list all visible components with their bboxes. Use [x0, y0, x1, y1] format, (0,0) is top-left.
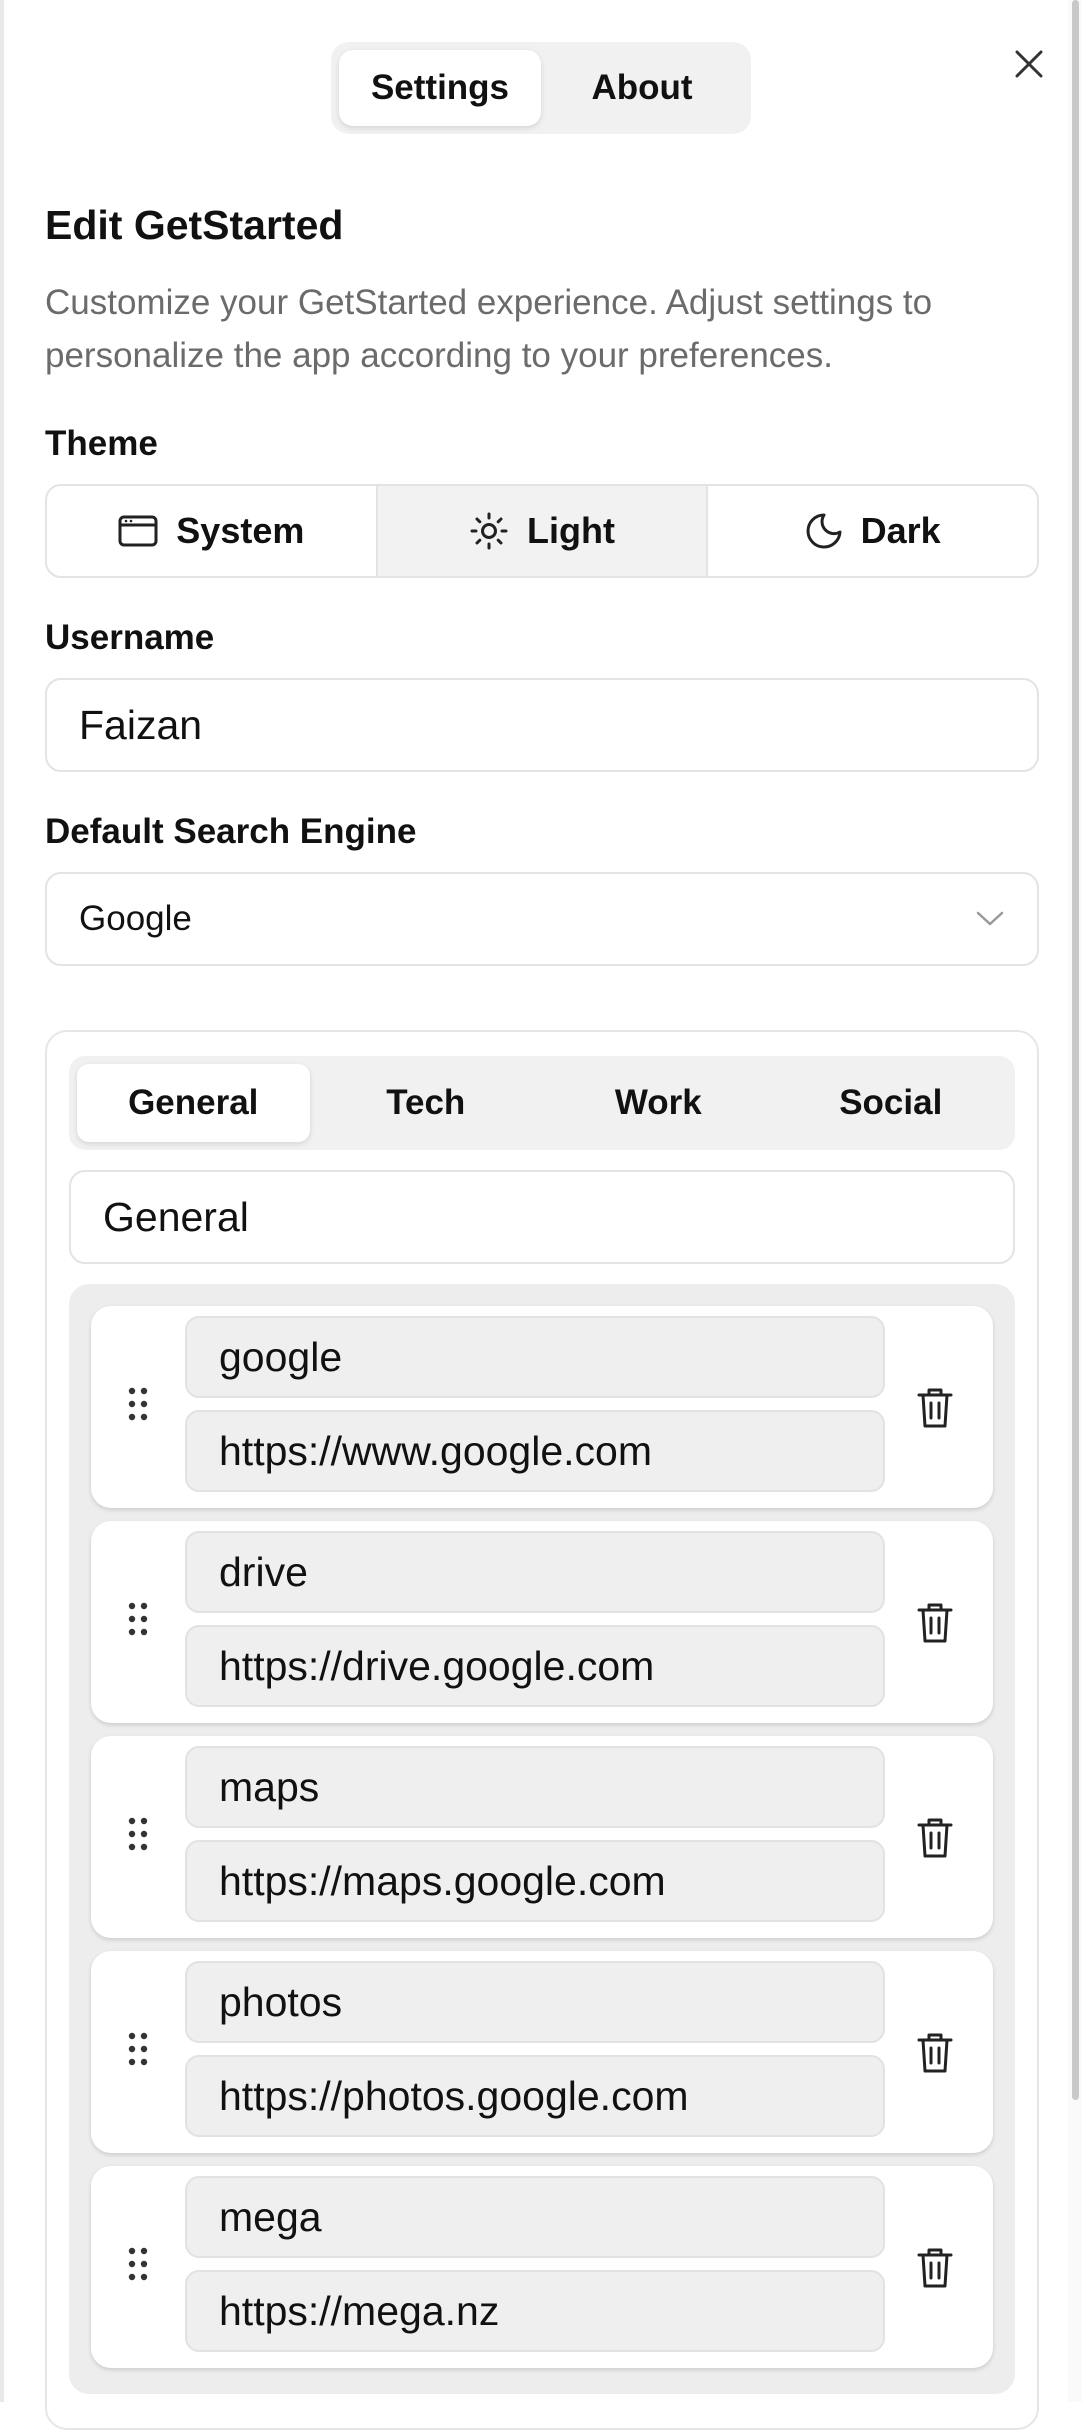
drag-handle-icon[interactable] — [127, 2246, 149, 2282]
link-url-input[interactable]: https://photos.google.com — [185, 2055, 885, 2137]
category-name-input[interactable]: General — [69, 1170, 1015, 1264]
list-item: photos https://photos.google.com — [91, 1951, 993, 2153]
theme-option-label: Light — [527, 510, 615, 551]
theme-option-label: System — [176, 510, 305, 551]
tab-social[interactable]: Social — [775, 1064, 1008, 1142]
link-url-input[interactable]: https://drive.google.com — [185, 1625, 885, 1707]
window-edge — [0, 0, 4, 2402]
links-list: google https://www.google.com drive http… — [69, 1284, 1015, 2394]
theme-selector: System Light Dark — [45, 484, 1039, 578]
tab-settings[interactable]: Settings — [339, 50, 541, 126]
page-description: Customize your GetStarted experience. Ad… — [45, 283, 933, 375]
drag-handle-icon[interactable] — [127, 1386, 149, 1422]
scrollbar-track[interactable] — [1068, 0, 1082, 2402]
close-button[interactable] — [1005, 40, 1053, 88]
trash-icon[interactable] — [915, 1816, 955, 1860]
username-field[interactable]: Faizan — [45, 678, 1039, 772]
search-engine-select[interactable]: Google — [45, 872, 1039, 966]
page-title: Edit GetStarted — [45, 202, 344, 248]
link-name-input[interactable]: maps — [185, 1746, 885, 1828]
theme-option-dark[interactable]: Dark — [706, 486, 1037, 576]
list-item: maps https://maps.google.com — [91, 1736, 993, 1938]
list-item: mega https://mega.nz — [91, 2166, 993, 2368]
link-url-input[interactable]: https://maps.google.com — [185, 1840, 885, 1922]
search-engine-label: Default Search Engine — [45, 812, 417, 851]
link-name-input[interactable]: google — [185, 1316, 885, 1398]
categories-card: General Tech Work Social General google … — [45, 1030, 1039, 2430]
tab-work[interactable]: Work — [542, 1064, 775, 1142]
list-item: google https://www.google.com — [91, 1306, 993, 1508]
link-url-input[interactable]: https://www.google.com — [185, 1410, 885, 1492]
monitor-icon — [118, 515, 158, 547]
drag-handle-icon[interactable] — [127, 1816, 149, 1852]
link-name-input[interactable]: drive — [185, 1531, 885, 1613]
trash-icon[interactable] — [915, 1386, 955, 1430]
trash-icon[interactable] — [915, 2031, 955, 2075]
close-icon — [1015, 50, 1043, 78]
theme-label: Theme — [45, 424, 158, 463]
link-name-input[interactable]: photos — [185, 1961, 885, 2043]
username-label: Username — [45, 618, 215, 657]
category-tabs: General Tech Work Social — [69, 1056, 1015, 1150]
tab-about[interactable]: About — [541, 50, 743, 126]
sun-icon — [470, 512, 508, 550]
top-tab-switcher: Settings About — [331, 42, 751, 134]
moon-icon — [806, 513, 842, 549]
theme-option-system[interactable]: System — [47, 486, 376, 576]
link-url-input[interactable]: https://mega.nz — [185, 2270, 885, 2352]
trash-icon[interactable] — [915, 2246, 955, 2290]
theme-option-label: Dark — [860, 510, 941, 551]
link-name-input[interactable]: mega — [185, 2176, 885, 2258]
search-engine-value: Google — [79, 899, 192, 938]
tab-general[interactable]: General — [77, 1064, 310, 1142]
drag-handle-icon[interactable] — [127, 1601, 149, 1637]
scrollbar-thumb[interactable] — [1072, 0, 1079, 2100]
trash-icon[interactable] — [915, 1601, 955, 1645]
theme-option-light[interactable]: Light — [375, 486, 707, 576]
drag-handle-icon[interactable] — [127, 2031, 149, 2067]
list-item: drive https://drive.google.com — [91, 1521, 993, 1723]
tab-tech[interactable]: Tech — [310, 1064, 543, 1142]
chevron-down-icon — [976, 911, 1004, 926]
